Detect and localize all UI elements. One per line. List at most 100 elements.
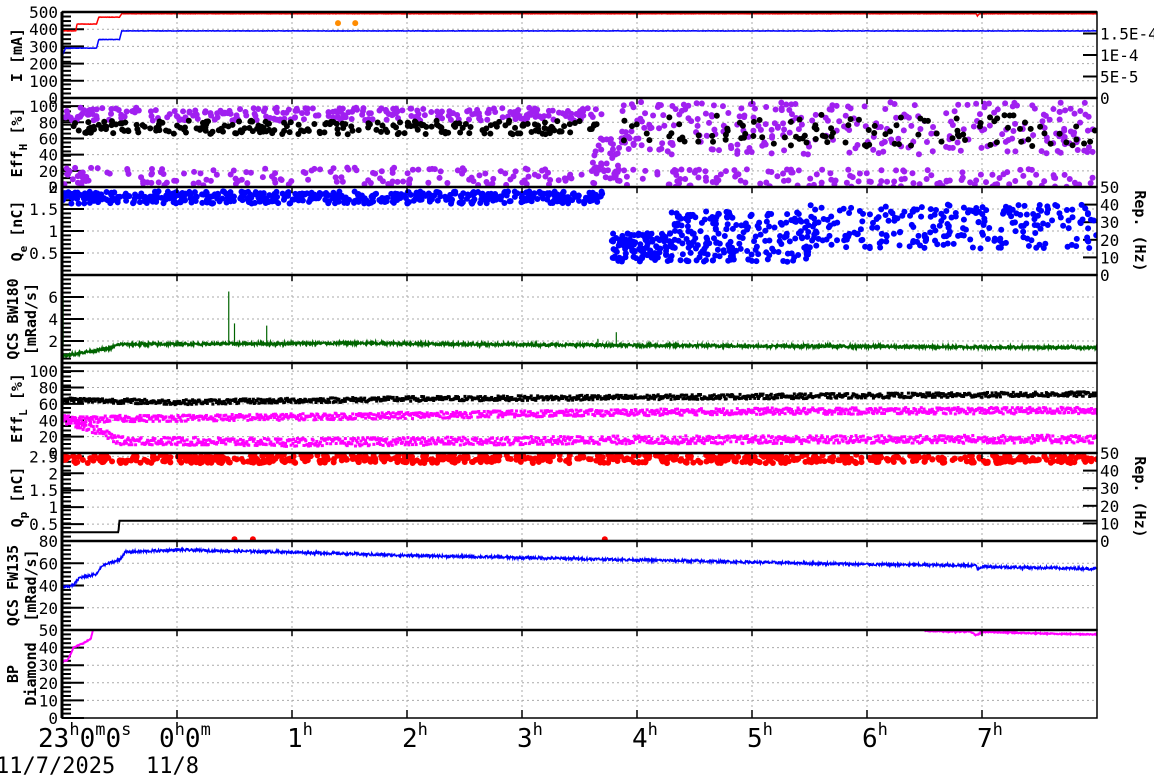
data-point-eff-h-black bbox=[793, 133, 800, 140]
data-point-eff-h-black bbox=[812, 122, 819, 129]
data-point-eff-h-purple bbox=[911, 102, 918, 109]
data-point-eff-h-purple bbox=[79, 169, 86, 176]
data-point-eff-h-black bbox=[620, 137, 627, 144]
data-point-eff-l-magenta-high bbox=[337, 413, 341, 417]
data-point-q-e bbox=[382, 195, 389, 202]
data-point-eff-h-purple bbox=[647, 125, 654, 132]
data-point-q-e bbox=[915, 232, 922, 239]
data-point-q-e bbox=[1065, 225, 1072, 232]
data-point-eff-h-purple bbox=[976, 111, 983, 118]
data-point-eff-h-purple bbox=[415, 166, 422, 173]
data-point-eff-h-purple bbox=[616, 144, 623, 151]
data-point-eff-h-purple bbox=[943, 177, 950, 184]
data-point-eff-l-magenta-high bbox=[445, 411, 449, 415]
data-point-eff-h-purple bbox=[539, 167, 546, 174]
data-point-eff-h-purple bbox=[607, 175, 614, 182]
data-point-q-e bbox=[116, 193, 123, 200]
data-point-eff-h-purple bbox=[664, 148, 671, 155]
data-point-q-e bbox=[1036, 202, 1043, 209]
data-point-q-e bbox=[716, 240, 723, 247]
data-point-eff-l-magenta-high bbox=[752, 410, 756, 414]
data-point-eff-l-magenta-high bbox=[675, 407, 679, 411]
data-point-eff-h-black bbox=[269, 130, 276, 137]
data-point-eff-h-purple bbox=[900, 127, 907, 134]
data-point-eff-h-purple bbox=[780, 120, 787, 127]
data-point-eff-l-magenta-high bbox=[783, 412, 787, 416]
series-line-i-blue bbox=[62, 29, 1097, 57]
data-point-q-e bbox=[1017, 211, 1024, 218]
data-point-eff-h-purple bbox=[104, 169, 111, 176]
data-point-eff-h-purple bbox=[936, 179, 943, 186]
data-point-eff-h-purple bbox=[589, 113, 596, 120]
data-point-eff-h-purple bbox=[421, 112, 428, 119]
data-point-eff-h-purple bbox=[607, 139, 614, 146]
data-point-eff-l-magenta-low bbox=[121, 435, 125, 439]
data-point-eff-h-purple bbox=[827, 170, 834, 177]
data-point-q-e bbox=[877, 244, 884, 251]
data-point-eff-h-purple bbox=[757, 126, 764, 133]
data-point-eff-l-magenta-high bbox=[680, 413, 684, 417]
data-point-q-e bbox=[74, 189, 81, 196]
data-point-eff-l-magenta-high bbox=[653, 412, 657, 416]
data-point-eff-l-black bbox=[761, 392, 765, 396]
data-point-eff-h-purple bbox=[708, 146, 715, 153]
data-point-q-e bbox=[1044, 222, 1051, 229]
data-point-q-e bbox=[803, 218, 810, 225]
data-point-q-e bbox=[639, 255, 646, 262]
data-point-eff-l-magenta-high bbox=[851, 412, 855, 416]
data-point-eff-h-purple bbox=[564, 108, 571, 115]
data-point-eff-h-purple bbox=[477, 117, 484, 124]
data-point-eff-l-black bbox=[809, 392, 813, 396]
data-point-eff-h-black bbox=[908, 142, 915, 149]
data-point-q-e bbox=[662, 243, 669, 250]
data-point-aux-orange bbox=[335, 20, 341, 27]
data-point-eff-h-black bbox=[125, 127, 132, 134]
data-point-eff-h-purple bbox=[1030, 132, 1037, 139]
data-point-eff-h-purple bbox=[943, 110, 950, 117]
data-point-eff-h-black bbox=[1018, 138, 1025, 145]
data-point-eff-h-purple bbox=[121, 113, 128, 120]
data-point-eff-h-purple bbox=[1029, 102, 1036, 109]
data-point-eff-h-purple bbox=[842, 112, 849, 119]
data-point-eff-h-purple bbox=[763, 103, 770, 110]
data-point-q-e bbox=[86, 199, 93, 206]
right-y-tick-label: 40 bbox=[1100, 196, 1119, 215]
data-point-eff-h-purple bbox=[694, 122, 701, 129]
data-point-eff-h-purple bbox=[620, 102, 627, 109]
data-point-q-e bbox=[258, 192, 265, 199]
data-point-eff-h-purple bbox=[960, 126, 967, 133]
data-point-eff-h-purple bbox=[263, 113, 270, 120]
data-point-q-e bbox=[589, 189, 596, 196]
data-point-eff-h-purple bbox=[461, 167, 468, 174]
data-point-eff-h-purple bbox=[957, 147, 964, 154]
data-point-eff-l-black bbox=[184, 398, 188, 402]
data-point-eff-h-purple bbox=[176, 117, 183, 124]
data-point-eff-h-black bbox=[646, 137, 653, 144]
data-point-eff-l-black bbox=[256, 397, 260, 401]
data-point-eff-l-magenta-high bbox=[625, 410, 629, 414]
data-point-q-e bbox=[1020, 228, 1027, 235]
data-point-eff-l-magenta-high bbox=[586, 412, 590, 416]
data-point-eff-h-purple bbox=[327, 168, 334, 175]
data-point-eff-h-black bbox=[822, 133, 829, 140]
data-point-eff-l-magenta-low bbox=[117, 435, 121, 439]
data-point-eff-l-black bbox=[645, 393, 649, 397]
data-point-q-e bbox=[668, 209, 675, 216]
data-point-q-e bbox=[525, 192, 532, 199]
data-point-eff-l-black bbox=[900, 391, 904, 395]
data-point-eff-h-purple bbox=[393, 105, 400, 112]
data-point-eff-h-purple bbox=[592, 106, 599, 113]
data-point-eff-l-magenta-high bbox=[994, 409, 998, 413]
data-point-eff-h-purple bbox=[1033, 171, 1040, 178]
data-point-eff-h-purple bbox=[227, 171, 234, 178]
data-point-q-e bbox=[795, 210, 802, 217]
data-point-eff-l-black bbox=[906, 391, 910, 395]
data-point-eff-h-purple bbox=[762, 121, 769, 128]
data-point-q-e bbox=[1068, 241, 1075, 248]
right-y-tick-label: 0 bbox=[1100, 89, 1110, 108]
data-point-q-e bbox=[946, 202, 953, 209]
data-point-q-e bbox=[635, 232, 642, 239]
data-point-q-e bbox=[103, 196, 110, 203]
data-point-eff-h-purple bbox=[641, 124, 648, 131]
data-point-eff-h-purple bbox=[190, 180, 197, 187]
